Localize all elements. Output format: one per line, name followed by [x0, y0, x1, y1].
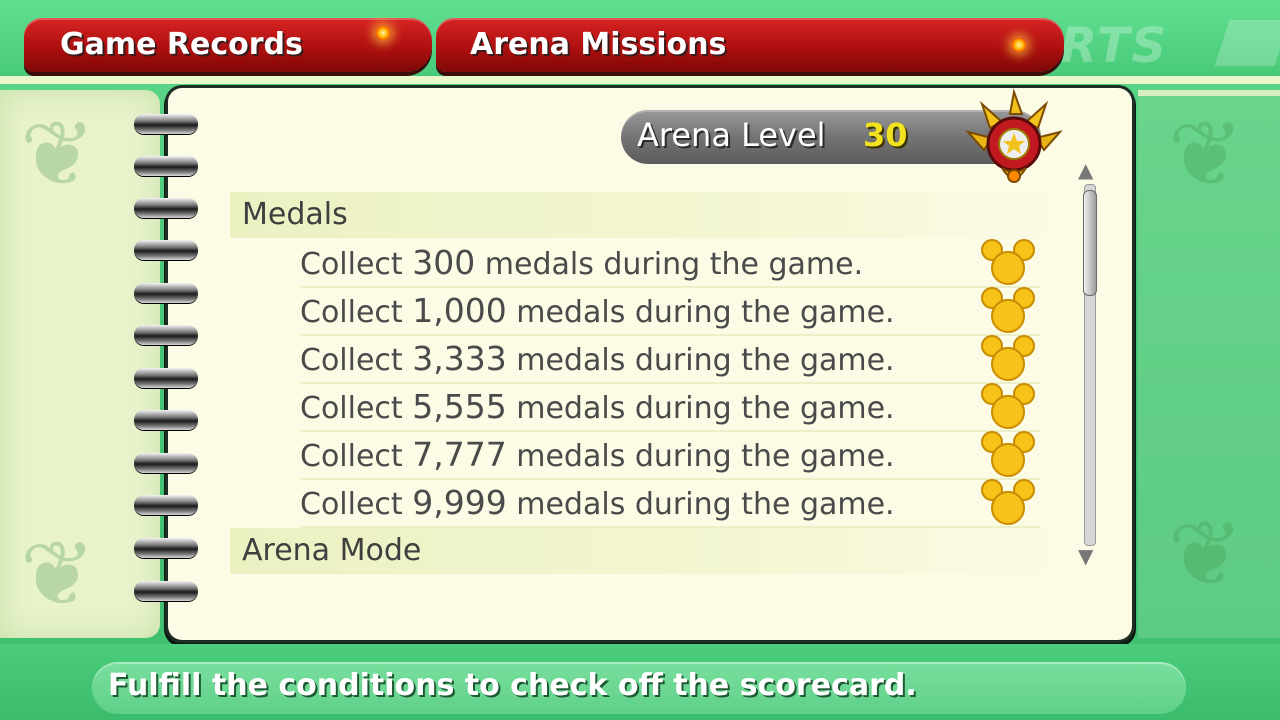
mission-suffix: medals during the game. [506, 439, 895, 474]
mission-prefix: Collect [300, 391, 413, 426]
scroll-up-arrow-icon[interactable]: ▲ [1078, 160, 1093, 180]
mickey-check-icon [981, 383, 1035, 429]
mission-suffix: medals during the game. [506, 487, 895, 522]
spiral-ring [134, 538, 198, 558]
spiral-ring [134, 453, 198, 473]
mission-prefix: Collect [300, 343, 413, 378]
tab-arena-missions-label: Arena Missions [470, 27, 727, 62]
mission-prefix: Collect [300, 487, 413, 522]
spiral-ring [134, 114, 198, 134]
mickey-check-icon [981, 287, 1035, 333]
spiral-ring [134, 581, 198, 601]
mission-row[interactable]: Collect 9,999 medals during the game. [300, 480, 1040, 528]
spiral-ring [134, 495, 198, 515]
mission-suffix: medals during the game. [475, 247, 864, 282]
swirl-ornament-icon: ❦ [1168, 102, 1244, 207]
swirl-ornament-icon: ❦ [20, 102, 96, 207]
scrollbar[interactable]: ▲ ▼ [1076, 160, 1102, 570]
mission-number: 300 [412, 243, 476, 282]
crown-emblem-icon [962, 88, 1066, 192]
spiral-ring [134, 325, 198, 345]
mission-prefix: Collect [300, 439, 413, 474]
spiral-ring [134, 240, 198, 260]
arena-level-value: 30 [863, 116, 908, 154]
mickey-check-icon [981, 479, 1035, 525]
scroll-down-arrow-icon[interactable]: ▼ [1078, 546, 1093, 566]
mickey-check-icon [981, 431, 1035, 477]
right-side-strip: ❦ ❦ [1138, 90, 1280, 638]
arena-level-label: Arena Level [637, 116, 826, 154]
swirl-ornament-icon: ❦ [20, 522, 96, 627]
mickey-check-icon [981, 335, 1035, 381]
mission-suffix: medals during the game. [506, 391, 895, 426]
tab-arena-missions[interactable]: Arena Missions [436, 18, 1064, 72]
mission-row[interactable]: Collect 1,000 medals during the game. [300, 288, 1040, 336]
tab-indicator-icon [1012, 38, 1026, 52]
tab-game-records-label: Game Records [60, 27, 303, 62]
mission-row[interactable]: Collect 300 medals during the game. [300, 240, 1040, 288]
spiral-ring [134, 156, 198, 176]
mission-number: 5,555 [412, 387, 507, 426]
mission-prefix: Collect [300, 247, 413, 282]
section-header-arena-mode[interactable]: Arena Mode [230, 528, 1060, 574]
mission-row[interactable]: Collect 5,555 medals during the game. [300, 384, 1040, 432]
mission-number: 1,000 [412, 291, 507, 330]
spiral-ring [134, 198, 198, 218]
mickey-check-icon [981, 239, 1035, 285]
help-text: Fulfill the conditions to check off the … [108, 668, 917, 703]
tab-game-records[interactable]: Game Records [24, 18, 432, 72]
scroll-thumb[interactable] [1083, 190, 1097, 296]
mission-row[interactable]: Collect 7,777 medals during the game. [300, 432, 1040, 480]
mission-number: 7,777 [412, 435, 507, 474]
mission-number: 9,999 [412, 483, 507, 522]
mission-suffix: medals during the game. [506, 343, 895, 378]
mission-suffix: medals during the game. [506, 295, 895, 330]
mission-row[interactable]: Collect 3,333 medals during the game. [300, 336, 1040, 384]
spiral-ring [134, 283, 198, 303]
section-header-medals[interactable]: Medals [230, 192, 1060, 238]
tab-indicator-icon [376, 26, 390, 40]
spiral-ring [134, 410, 198, 430]
mission-prefix: Collect [300, 295, 413, 330]
mission-number: 3,333 [412, 339, 507, 378]
swirl-ornament-icon: ❦ [1168, 502, 1244, 607]
background-text: RTS [1060, 18, 1169, 74]
spiral-ring [134, 368, 198, 388]
